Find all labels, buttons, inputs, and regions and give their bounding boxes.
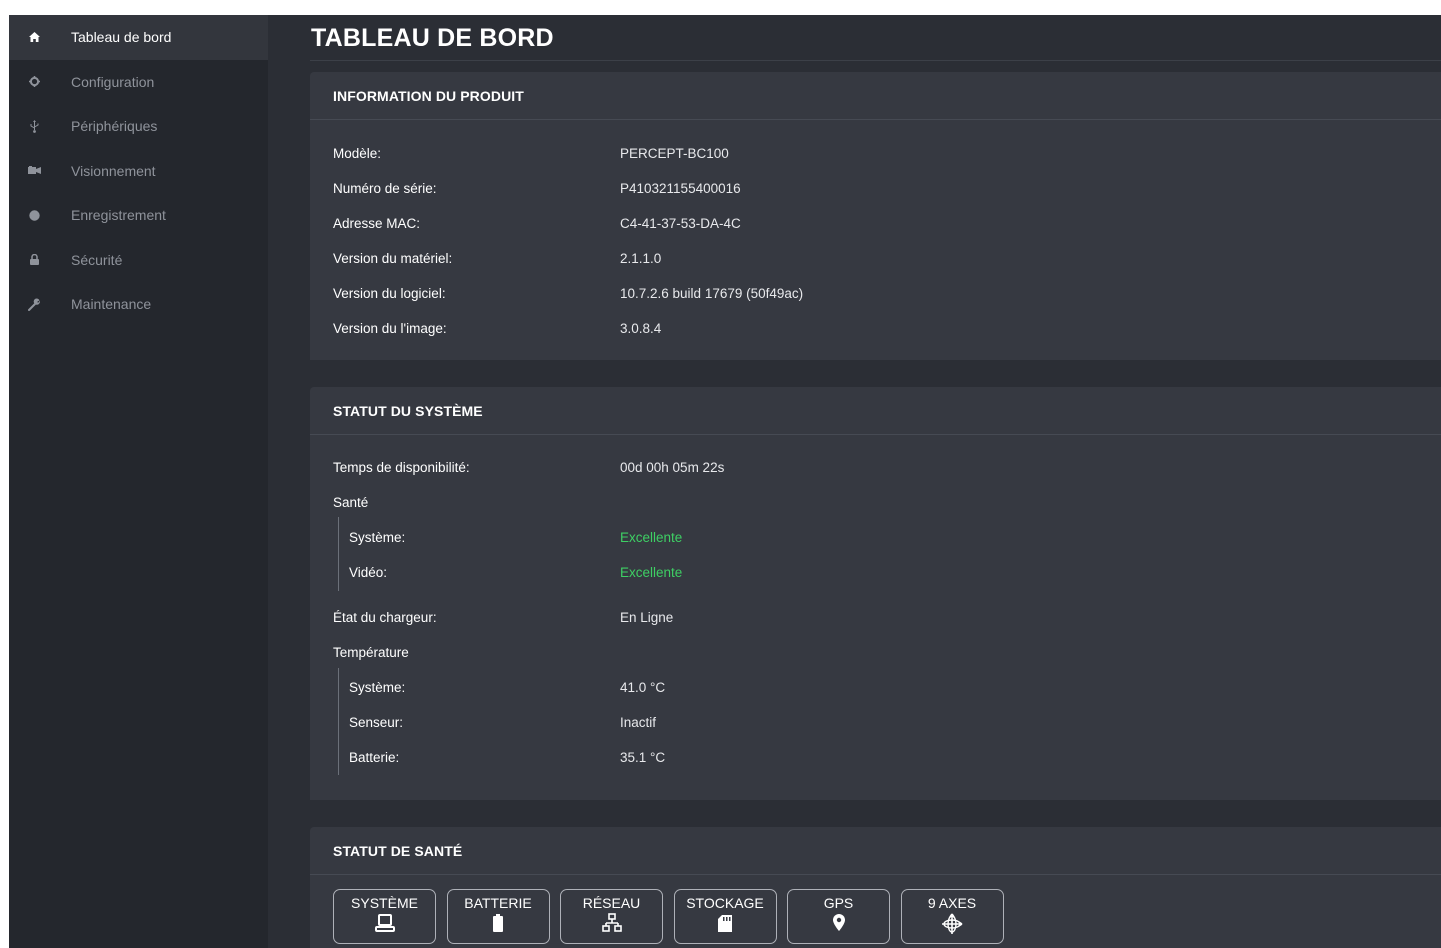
laptop-icon	[374, 913, 395, 936]
sidebar-item-label: Périphériques	[71, 118, 158, 135]
info-value: P410321155400016	[620, 180, 741, 196]
panel-header: INFORMATION DU PRODUIT	[310, 72, 1441, 120]
sidebar-item-security[interactable]: Sécurité	[9, 238, 268, 283]
info-label: Version du matériel:	[333, 250, 453, 266]
health-button-label: SYSTÈME	[351, 895, 418, 911]
health-button-label: GPS	[823, 895, 854, 911]
health-button-storage[interactable]: STOCKAGE	[673, 889, 777, 944]
group-label: Santé	[333, 494, 369, 510]
wrench-icon	[9, 298, 59, 311]
health-button-label: RÉSEAU	[582, 895, 641, 911]
info-value: PERCEPT-BC100	[620, 145, 729, 161]
status-value: Inactif	[620, 714, 657, 730]
status-row-temp-sensor: Senseur: Inactif	[349, 712, 656, 732]
health-button-network[interactable]: RÉSEAU	[560, 889, 663, 944]
status-row-health-system: Système: Excellente	[349, 527, 682, 547]
usb-icon	[9, 119, 59, 133]
status-label: Temps de disponibilité:	[333, 459, 470, 475]
status-row-temp-battery: Batterie: 35.1 °C	[349, 747, 665, 767]
info-label: Version du l'image:	[333, 320, 447, 336]
status-row-uptime: Temps de disponibilité: 00d 00h 05m 22s	[333, 457, 724, 477]
status-row-temp-system: Système: 41.0 °C	[349, 677, 665, 697]
info-value: 3.0.8.4	[620, 320, 662, 336]
info-row-hardware-version: Version du matériel: 2.1.1.0	[333, 248, 661, 268]
info-value: C4-41-37-53-DA-4C	[620, 215, 741, 231]
status-label: Système:	[349, 679, 406, 695]
record-icon	[9, 210, 59, 221]
network-icon	[601, 913, 622, 936]
info-label: Modèle:	[333, 145, 382, 161]
status-label: Batterie:	[349, 749, 400, 765]
lock-icon	[9, 254, 59, 266]
camera-icon	[9, 166, 59, 175]
sidebar-item-recording[interactable]: Enregistrement	[9, 193, 268, 238]
info-value: 10.7.2.6 build 17679 (50f49ac)	[620, 285, 804, 301]
health-button-gps[interactable]: GPS	[787, 889, 890, 944]
home-icon	[9, 32, 59, 43]
sidebar-item-label: Tableau de bord	[71, 29, 172, 46]
health-button-9-axes[interactable]: 9 AXES	[900, 889, 1004, 944]
sidebar-item-label: Configuration	[71, 73, 155, 90]
sidebar: Tableau de bord Configuration Périphériq…	[9, 15, 268, 948]
status-label: Système:	[349, 529, 406, 545]
sidebar-item-configuration[interactable]: Configuration	[9, 60, 268, 105]
battery-icon	[488, 913, 508, 936]
status-value: 41.0 °C	[620, 679, 666, 695]
info-row-software-version: Version du logiciel: 10.7.2.6 build 1767…	[333, 283, 803, 303]
info-label: Numéro de série:	[333, 180, 437, 196]
sidebar-item-peripherals[interactable]: Périphériques	[9, 104, 268, 149]
health-status-panel: STATUT DE SANTÉ SYSTÈME BATTERIE RÉSEAU	[310, 827, 1441, 948]
map-pin-icon	[829, 913, 849, 936]
sidebar-item-label: Sécurité	[71, 251, 123, 268]
sidebar-item-maintenance[interactable]: Maintenance	[9, 282, 268, 327]
sd-card-icon	[715, 913, 735, 936]
status-group-health: Santé	[333, 492, 620, 512]
status-row-charger: État du chargeur: En Ligne	[333, 607, 673, 627]
top-edge	[0, 0, 1441, 15]
axes-icon	[941, 913, 963, 938]
page-title: TABLEAU DE BORD	[311, 24, 554, 52]
sidebar-item-label: Maintenance	[71, 296, 152, 313]
info-row-model: Modèle: PERCEPT-BC100	[333, 143, 729, 163]
info-label: Version du logiciel:	[333, 285, 446, 301]
panel-header: STATUT DU SYSTÈME	[310, 387, 1441, 435]
title-divider	[310, 60, 1441, 61]
product-info-panel: INFORMATION DU PRODUIT Modèle: PERCEPT-B…	[310, 72, 1441, 360]
health-button-system[interactable]: SYSTÈME	[333, 889, 436, 944]
status-value: 35.1 °C	[620, 749, 666, 765]
status-value: Excellente	[620, 564, 683, 580]
info-row-mac: Adresse MAC: C4-41-37-53-DA-4C	[333, 213, 741, 233]
status-value: Excellente	[620, 529, 683, 545]
status-row-health-video: Vidéo: Excellente	[349, 562, 682, 582]
status-value: En Ligne	[620, 609, 674, 625]
sidebar-item-label: Visionnement	[71, 162, 156, 179]
temperature-group-line	[338, 668, 339, 775]
health-button-label: 9 AXES	[927, 895, 977, 911]
health-button-label: STOCKAGE	[686, 895, 764, 911]
info-value: 2.1.1.0	[620, 250, 662, 266]
status-value: 00d 00h 05m 22s	[620, 459, 725, 475]
health-button-label: BATTERIE	[464, 895, 532, 911]
status-label: Vidéo:	[349, 564, 388, 580]
health-group-line	[338, 517, 339, 591]
group-label: Température	[333, 644, 409, 660]
info-row-serial: Numéro de série: P410321155400016	[333, 178, 741, 198]
left-edge	[0, 15, 9, 948]
main-content: TABLEAU DE BORD INFORMATION DU PRODUIT M…	[268, 15, 1441, 948]
health-button-group: SYSTÈME BATTERIE RÉSEAU STOCKAGE GPS 9 A…	[333, 889, 1004, 944]
status-label: État du chargeur:	[333, 609, 437, 625]
gear-icon	[9, 76, 59, 88]
info-label: Adresse MAC:	[333, 215, 421, 231]
panel-header: STATUT DE SANTÉ	[310, 827, 1441, 875]
status-label: Senseur:	[349, 714, 404, 730]
sidebar-item-dashboard[interactable]: Tableau de bord	[9, 15, 268, 60]
info-row-image-version: Version du l'image: 3.0.8.4	[333, 318, 661, 338]
status-group-temperature: Température	[333, 642, 620, 662]
sidebar-item-label: Enregistrement	[71, 207, 166, 224]
system-status-panel: STATUT DU SYSTÈME Temps de disponibilité…	[310, 387, 1441, 800]
sidebar-item-viewing[interactable]: Visionnement	[9, 149, 268, 194]
health-button-battery[interactable]: BATTERIE	[446, 889, 550, 944]
